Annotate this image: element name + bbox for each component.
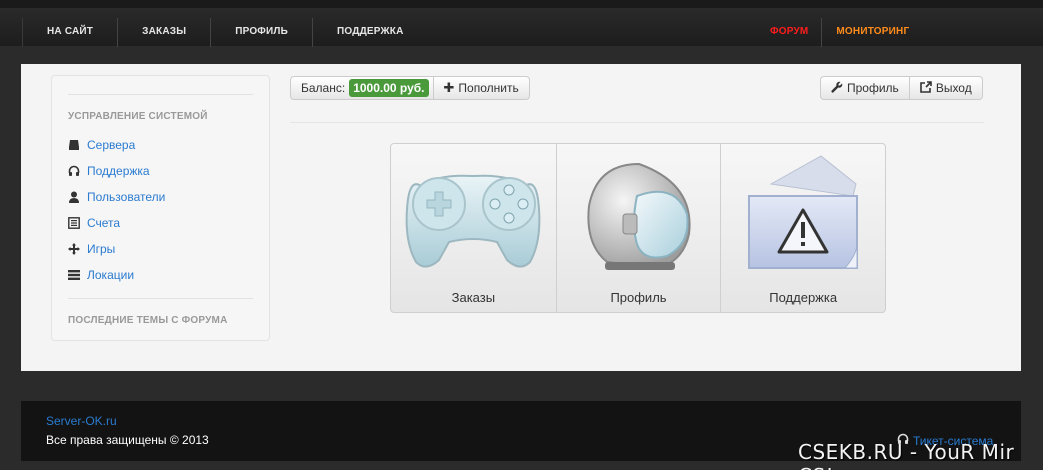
sidebar-item-servers[interactable]: Сервера [68,132,253,158]
footer-copyright: Все права защищены © 2013 [46,433,209,447]
nav-support[interactable]: ПОДДЕРЖКА [312,18,427,47]
sidebar-divider [68,94,253,95]
watermark: CSEKB.RU - YouR Mir CS! [798,440,1015,470]
sidebar-item-label: Счета [87,216,121,230]
logout-label: Выход [935,81,972,95]
profile-button[interactable]: Профиль [820,76,910,100]
sidebar-item-locations[interactable]: Локации [68,262,253,288]
tile-orders[interactable]: Заказы [391,144,556,312]
footer-site-link[interactable]: Server-OK.ru [46,414,117,428]
list-alt-icon [68,217,80,229]
sidebar-item-support[interactable]: Поддержка [68,158,253,184]
nav-forum[interactable]: ФОРУМ [758,18,821,47]
balance-display: Баланс: 1000.00 руб. [290,76,434,100]
toolbar-divider [290,122,984,123]
main-panel: УСПРАВЛЕНИЕ СИСТЕМОЙ Сервера Поддержка П… [21,64,1021,371]
tile-label: Профиль [610,290,667,305]
profile-label: Профиль [847,81,899,95]
helmet-icon [587,162,691,270]
nav-profile[interactable]: ПРОФИЛЬ [210,18,312,47]
sidebar-item-games[interactable]: Игры [68,236,253,262]
topup-button[interactable]: ✚ Пополнить [433,76,530,100]
headphones-icon [68,165,80,177]
balance-label: Баланс: [301,81,346,95]
move-icon [68,243,80,255]
tile-label: Заказы [451,290,496,305]
user-icon [68,191,80,203]
topup-label: Пополнить [458,81,519,95]
warning-icon [748,155,859,269]
gamepad-icon [405,174,541,268]
nav-right: ФОРУМ МОНИТОРИНГ [758,18,921,47]
nav-orders[interactable]: ЗАКАЗЫ [117,18,210,47]
plus-icon: ✚ [443,80,455,95]
balance-group: Баланс: 1000.00 руб. ✚ Пополнить [290,76,530,100]
sidebar-item-label: Сервера [87,138,136,152]
sidebar-item-label: Игры [87,242,116,256]
sidebar-item-label: Поддержка [87,164,150,178]
list-icon [68,269,80,281]
sidebar-divider [68,298,253,299]
sidebar: УСПРАВЛЕНИЕ СИСТЕМОЙ Сервера Поддержка П… [51,75,270,341]
nav-left: НА САЙТ ЗАКАЗЫ ПРОФИЛЬ ПОДДЕРЖКА [22,18,428,47]
hdd-icon [68,139,80,151]
sidebar-item-bills[interactable]: Счета [68,210,253,236]
tile-support[interactable]: Поддержка [720,144,885,312]
sidebar-forum-header: ПОСЛЕДНИЕ ТЕМЫ С ФОРУМА [68,315,228,326]
top-navbar: НА САЙТ ЗАКАЗЫ ПРОФИЛЬ ПОДДЕРЖКА ФОРУМ М… [0,0,1043,47]
sidebar-item-label: Пользователи [87,190,166,204]
balance-badge: 1000.00 руб. [349,79,429,97]
sidebar-header: УСПРАВЛЕНИЕ СИСТЕМОЙ [68,111,208,122]
tile-profile[interactable]: Профиль [555,144,721,312]
share-icon [920,80,932,96]
wrench-icon [831,81,843,96]
logout-button[interactable]: Выход [909,76,983,100]
sidebar-item-label: Локации [87,268,135,282]
nav-monitoring[interactable]: МОНИТОРИНГ [821,18,921,47]
user-group: Профиль Выход [820,76,983,100]
sidebar-item-users[interactable]: Пользователи [68,184,253,210]
dashboard-tiles: Заказы Профиль Поддержка [390,143,886,313]
tile-label: Поддержка [769,290,838,305]
nav-site[interactable]: НА САЙТ [22,18,117,47]
